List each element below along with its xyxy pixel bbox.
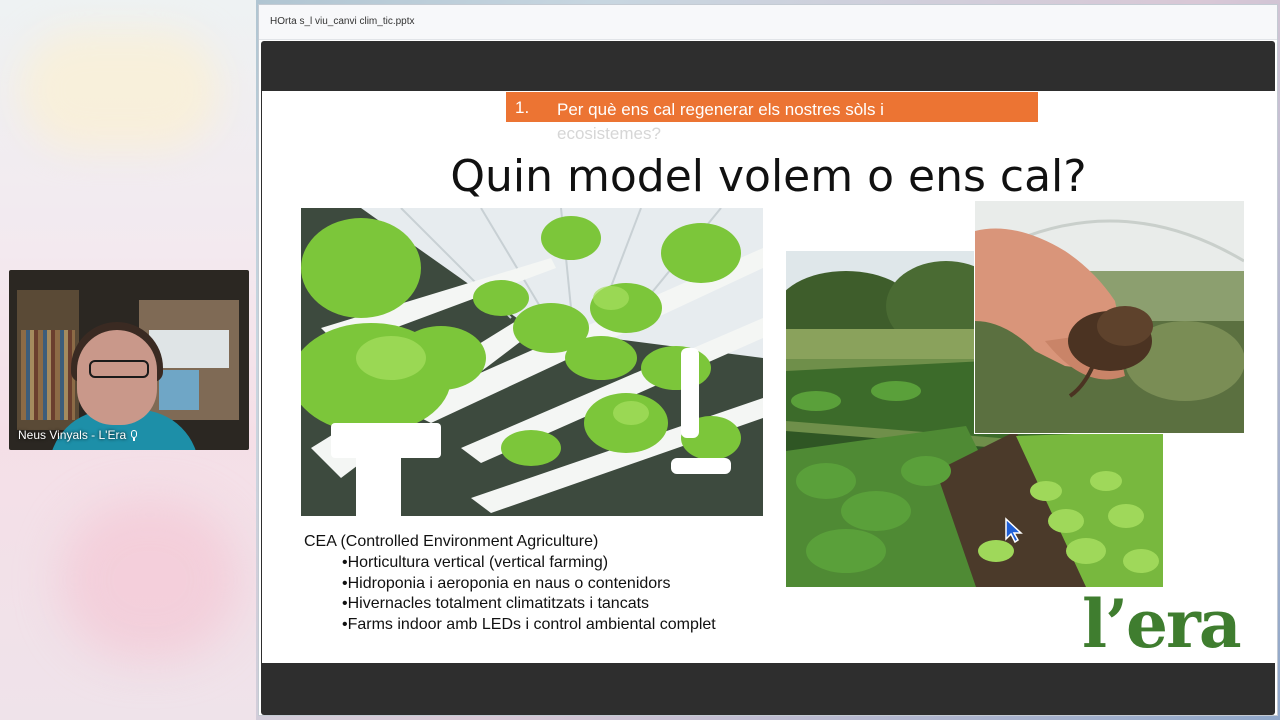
- list-item: •Farms indoor amb LEDs i control ambient…: [342, 615, 716, 633]
- background-blur: [60, 500, 240, 660]
- window-title: HOrta s_l viu_canvi clim_tic.pptx: [270, 16, 415, 27]
- soil-illustration: [975, 201, 1244, 433]
- slide-title: Quin model volem o ens cal?: [450, 151, 1087, 202]
- vertical-farming-illustration: [301, 208, 763, 516]
- soil-in-hand-image: [974, 201, 1244, 434]
- list-item: •Hidroponia i aeroponia en naus o conten…: [342, 574, 671, 592]
- mouse-cursor-icon: [1005, 517, 1023, 543]
- section-number: 1.: [515, 98, 530, 117]
- books: [21, 330, 75, 420]
- list-item: •Hivernacles totalment climatitzats i ta…: [342, 595, 650, 612]
- participant-glasses: [89, 360, 149, 378]
- slide-viewer: 1. Per què ens cal regenerar els nostres…: [261, 41, 1275, 715]
- microphone-icon: [130, 429, 138, 441]
- list-item: •Horticultura vertical (vertical farming…: [342, 554, 609, 571]
- lera-logo: l’era: [1082, 585, 1242, 663]
- slide: 1. Per què ens cal regenerar els nostres…: [262, 91, 1275, 663]
- participant-name-label: Neus Vinyals - L'Era: [18, 428, 138, 442]
- cea-bullet-list: •Horticultura vertical (vertical farming…: [342, 553, 716, 635]
- cea-heading: CEA (Controlled Environment Agriculture): [304, 533, 599, 550]
- presentation-window: HOrta s_l viu_canvi clim_tic.pptx 1. Per…: [258, 4, 1278, 716]
- wall-poster: [159, 370, 199, 410]
- participant-video[interactable]: Neus Vinyals - L'Era: [9, 270, 249, 450]
- vertical-farming-image: [301, 208, 763, 516]
- title-bar: HOrta s_l viu_canvi clim_tic.pptx: [259, 5, 1277, 40]
- section-heading-line1: Per què ens cal regenerar els nostres sò…: [557, 100, 884, 119]
- section-heading: Per què ens cal regenerar els nostres sò…: [557, 98, 977, 146]
- sidebar-background: Neus Vinyals - L'Era: [0, 0, 256, 720]
- participant-name: Neus Vinyals - L'Era: [18, 428, 127, 442]
- background-blur: [20, 30, 220, 150]
- section-heading-line2: ecosistemes?: [557, 124, 661, 143]
